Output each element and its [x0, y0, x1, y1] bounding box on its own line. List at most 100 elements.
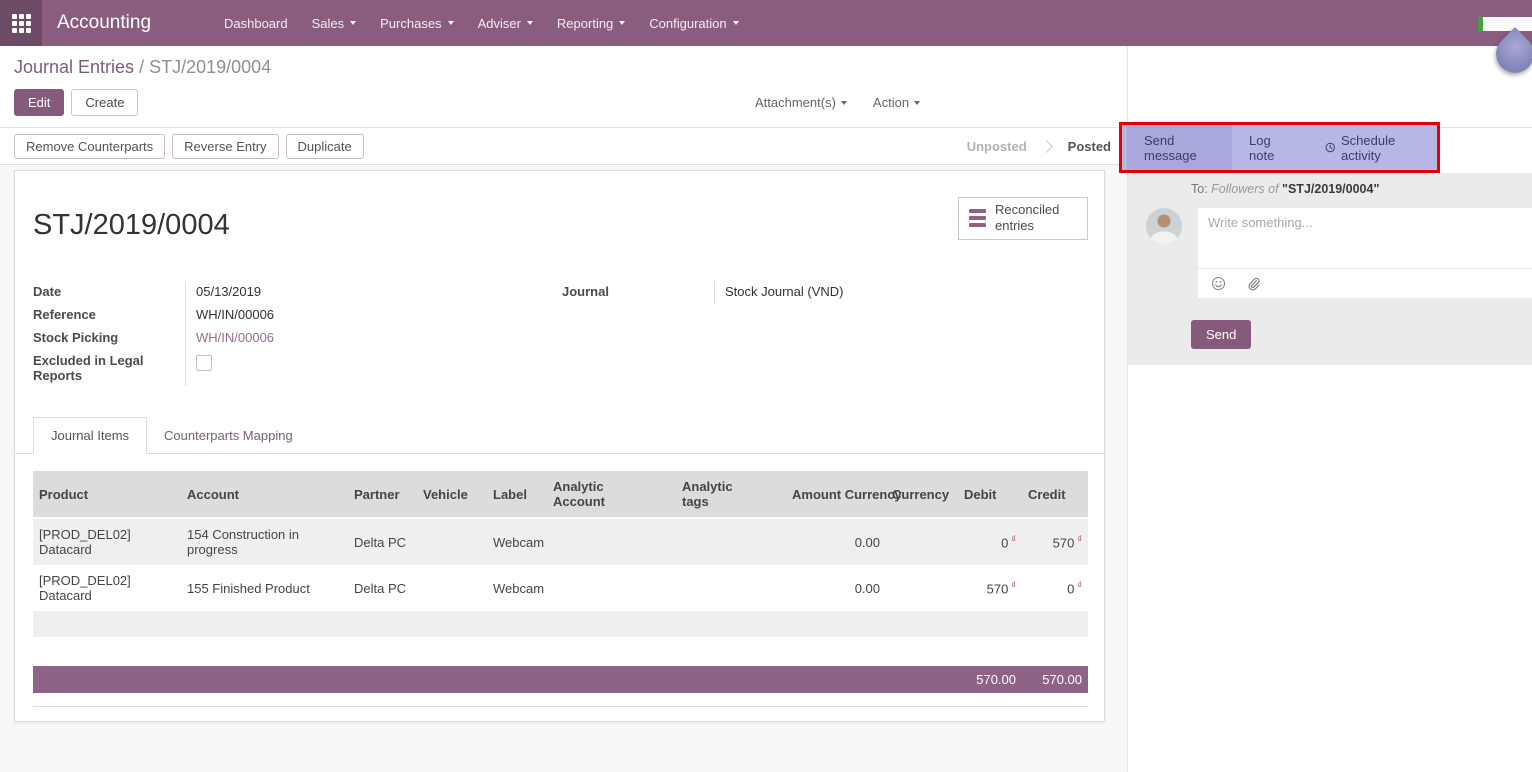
cell-credit: 0₫ — [1022, 565, 1088, 611]
field-group-right: Journal Stock Journal (VND) — [562, 281, 992, 304]
nav-configuration[interactable]: Configuration — [637, 0, 750, 46]
date-label: Date — [33, 281, 185, 304]
table-row[interactable]: [PROD_DEL02] Datacard 154 Construction i… — [33, 518, 1088, 565]
followers-target: "STJ/2019/0004" — [1282, 182, 1379, 196]
form-buttons: Edit Create — [14, 89, 138, 116]
breadcrumb: Journal Entries / STJ/2019/0004 — [14, 57, 271, 78]
message-input[interactable] — [1198, 208, 1532, 268]
cell-amount-currency: 0.00 — [786, 565, 886, 611]
duplicate-button[interactable]: Duplicate — [286, 134, 364, 159]
tab-journal-items[interactable]: Journal Items — [33, 417, 147, 454]
col-account: Account — [181, 471, 348, 518]
col-analytic-tags: Analytic tags — [676, 471, 786, 518]
nav-purchases[interactable]: Purchases — [368, 0, 465, 46]
record-title: STJ/2019/0004 — [33, 209, 230, 242]
top-menu: Dashboard Sales Purchases Adviser Report… — [212, 0, 751, 46]
caret-down-icon — [350, 21, 356, 25]
chatter-tabs: Send message Log note Schedule activity — [1122, 125, 1437, 170]
reverse-entry-button[interactable]: Reverse Entry — [172, 134, 278, 159]
field-reference: Reference WH/IN/00006 — [33, 304, 553, 327]
cell-product: [PROD_DEL02] Datacard — [33, 565, 181, 611]
empty-row[interactable] — [33, 611, 1088, 637]
field-stock-picking: Stock Picking WH/IN/00006 — [33, 327, 553, 350]
journal-items-table: Product Account Partner Vehicle Label An… — [33, 471, 1088, 637]
create-button[interactable]: Create — [71, 89, 138, 116]
caret-down-icon — [914, 101, 920, 105]
composer-toolbar — [1198, 268, 1532, 298]
cell-credit: 570₫ — [1022, 518, 1088, 565]
field-journal: Journal Stock Journal (VND) — [562, 281, 992, 304]
emoji-icon[interactable] — [1211, 276, 1226, 291]
journal-label: Journal — [562, 281, 714, 304]
cell-label: Webcam — [487, 565, 547, 611]
nav-dashboard[interactable]: Dashboard — [212, 0, 300, 46]
statusbar: Remove Counterparts Reverse Entry Duplic… — [0, 128, 1127, 165]
send-button[interactable]: Send — [1191, 320, 1251, 349]
cell-debit: 570₫ — [958, 565, 1022, 611]
statusbar-buttons: Remove Counterparts Reverse Entry Duplic… — [14, 134, 371, 159]
field-excluded: Excluded in Legal Reports — [33, 350, 553, 386]
user-avatar — [1146, 208, 1182, 244]
cell-account: 155 Finished Product — [181, 565, 348, 611]
reference-value: WH/IN/00006 — [185, 304, 553, 327]
message-composer — [1198, 208, 1532, 298]
excluded-checkbox[interactable] — [196, 355, 212, 371]
action-dropdown[interactable]: Action — [873, 95, 920, 110]
col-product: Product — [33, 471, 181, 518]
nav-sales[interactable]: Sales — [300, 0, 369, 46]
notebook-tabs: Journal Items Counterparts Mapping — [15, 417, 1104, 454]
caret-down-icon — [448, 21, 454, 25]
schedule-activity-tab[interactable]: Schedule activity — [1308, 125, 1437, 170]
cell-analytic-account — [547, 565, 676, 611]
caret-down-icon — [841, 101, 847, 105]
col-label: Label — [487, 471, 547, 518]
journal-value: Stock Journal (VND) — [714, 281, 992, 304]
annotation-highlight-box: Send message Log note Schedule activity — [1119, 122, 1440, 173]
apps-grid-icon — [12, 14, 31, 33]
caret-down-icon — [527, 21, 533, 25]
cell-partner: Delta PC — [348, 565, 417, 611]
currency-symbol: ₫ — [1011, 580, 1016, 590]
systray-widget[interactable] — [1483, 17, 1532, 31]
form-sheet: STJ/2019/0004 Reconciled entries Date 05… — [14, 170, 1105, 722]
remove-counterparts-button[interactable]: Remove Counterparts — [14, 134, 165, 159]
reference-label: Reference — [33, 304, 185, 327]
stock-picking-link[interactable]: WH/IN/00006 — [196, 330, 274, 345]
total-credit: 570.00 — [1022, 672, 1088, 687]
apps-menu-button[interactable] — [0, 0, 42, 46]
sheet-bottom-divider — [33, 706, 1088, 707]
cell-product: [PROD_DEL02] Datacard — [33, 518, 181, 565]
reconciled-entries-button[interactable]: Reconciled entries — [958, 197, 1088, 240]
status-unposted[interactable]: Unposted — [967, 139, 1027, 154]
send-message-tab[interactable]: Send message — [1127, 125, 1232, 170]
cell-analytic-tags — [676, 565, 786, 611]
status-posted[interactable]: Posted — [1068, 139, 1111, 154]
cell-analytic-account — [547, 518, 676, 565]
caret-down-icon — [619, 21, 625, 25]
table-row[interactable]: [PROD_DEL02] Datacard 155 Finished Produ… — [33, 565, 1088, 611]
clock-icon — [1325, 141, 1336, 154]
log-note-tab[interactable]: Log note — [1232, 125, 1307, 170]
caret-down-icon — [733, 21, 739, 25]
breadcrumb-separator: / — [139, 57, 144, 77]
currency-symbol: ₫ — [1077, 580, 1082, 590]
currency-symbol: ₫ — [1077, 534, 1082, 544]
status-arrow-icon — [1040, 140, 1053, 153]
field-date: Date 05/13/2019 — [33, 281, 553, 304]
col-amount-currency: Amount Currency — [786, 471, 886, 518]
cell-currency — [886, 565, 958, 611]
paperclip-icon[interactable] — [1246, 277, 1260, 291]
edit-button[interactable]: Edit — [14, 89, 64, 116]
cell-currency — [886, 518, 958, 565]
recipients-line: To: Followers of "STJ/2019/0004" — [1191, 182, 1379, 196]
top-navbar: Accounting Dashboard Sales Purchases Adv… — [0, 0, 1532, 46]
nav-reporting[interactable]: Reporting — [545, 0, 637, 46]
tab-counterparts-mapping[interactable]: Counterparts Mapping — [147, 418, 310, 453]
attachments-dropdown[interactable]: Attachment(s) — [755, 95, 847, 110]
col-analytic-account: Analytic Account — [547, 471, 676, 518]
cell-analytic-tags — [676, 518, 786, 565]
breadcrumb-journal-entries[interactable]: Journal Entries — [14, 57, 134, 77]
nav-adviser[interactable]: Adviser — [466, 0, 545, 46]
currency-symbol: ₫ — [1011, 534, 1016, 544]
app-title: Accounting — [57, 0, 151, 46]
